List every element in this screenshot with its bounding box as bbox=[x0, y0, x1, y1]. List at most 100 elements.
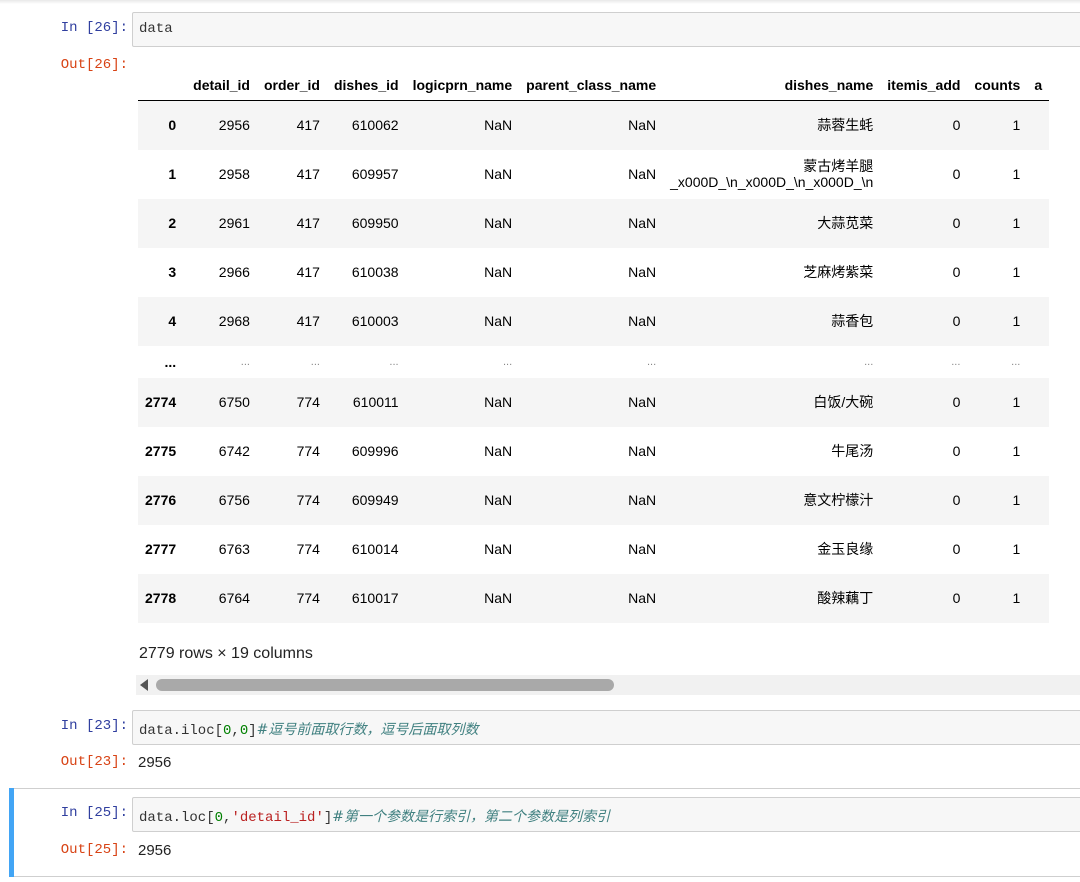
scroll-left-arrow-icon[interactable] bbox=[140, 679, 148, 691]
table-cell: 774 bbox=[296, 394, 320, 410]
cell-text-line: 意文柠檬汁 bbox=[803, 492, 874, 508]
table-cell: ... bbox=[389, 355, 399, 368]
horizontal-scrollbar[interactable] bbox=[136, 675, 1080, 695]
table-cell: NaN bbox=[484, 590, 513, 606]
table-cell: 610003 bbox=[351, 313, 399, 329]
code-text: ] bbox=[248, 723, 257, 739]
table-cell: NaN bbox=[484, 264, 513, 280]
table-cell bbox=[1027, 248, 1049, 297]
table-cell bbox=[1027, 150, 1049, 199]
table-cell bbox=[1027, 378, 1049, 427]
table-cell: 1 bbox=[1012, 166, 1021, 182]
output-value: 2956 bbox=[138, 842, 172, 859]
input-prompt: In [26]: bbox=[60, 20, 128, 36]
table-cell: 蒜香包 bbox=[663, 297, 880, 346]
table-cell: 2956 bbox=[218, 117, 250, 134]
cell-text-line: 蒜蓉生蚝 bbox=[817, 117, 874, 134]
cell-text-line: 蒜香包 bbox=[831, 313, 874, 329]
table-row: 2777 6763 774 610014 NaN NaN 金玉良缘 0 1 bbox=[138, 525, 1049, 574]
table-cell: NaN bbox=[628, 215, 657, 231]
table-cell: NaN bbox=[484, 313, 513, 329]
cell-text-line: 牛尾汤 bbox=[831, 443, 874, 459]
table-row: 1 2958 417 609957 NaN NaN 蒙古烤羊腿 _x000D_\n_x000D… bbox=[138, 150, 1049, 199]
row-index: 2776 bbox=[145, 492, 177, 508]
row-index: 2778 bbox=[145, 590, 177, 606]
code-input[interactable]: data bbox=[132, 12, 1080, 47]
table-row: 2775 6742 774 609996 NaN NaN 牛尾汤 0 1 bbox=[138, 427, 1049, 476]
table-body: 0 2956 417 610062 NaN NaN 蒜蓉生蚝 0 1 1 2958 417 609957… bbox=[138, 100, 1050, 623]
code-input[interactable]: data.loc[0,'detail_id']#第一个参数是行索引，第二个参数是… bbox=[132, 797, 1080, 832]
table-cell: 蒜蓉生蚝 bbox=[663, 101, 880, 150]
code-text: ] bbox=[323, 810, 333, 826]
table-cell: 6742 bbox=[218, 443, 250, 459]
cell-text-line: 蒙古烤羊腿 bbox=[803, 158, 874, 174]
row-index: 0 bbox=[168, 117, 177, 134]
table-cell: 774 bbox=[296, 541, 320, 557]
table-cell: 大蒜苋菜 bbox=[663, 199, 880, 248]
table-cell bbox=[1027, 101, 1049, 150]
table-cell: 6750 bbox=[218, 394, 250, 410]
cell-text-line: 金玉良缘 bbox=[817, 541, 874, 557]
cell-text-line: 白饭/大碗 bbox=[813, 394, 874, 410]
input-prompt: In [25]: bbox=[60, 805, 128, 821]
table-cell bbox=[1027, 346, 1049, 378]
table-cell: 白饭/大碗 bbox=[663, 378, 880, 427]
table-cell bbox=[1027, 525, 1049, 574]
table-cell: 1 bbox=[1012, 215, 1021, 231]
table-cell: 蒙古烤羊腿 _x000D_\n_x000D_\n_x000D_\n bbox=[663, 150, 880, 199]
table-cell: 1 bbox=[1012, 492, 1021, 508]
index-header bbox=[138, 70, 187, 101]
table-cell: 417 bbox=[296, 264, 320, 280]
code-input[interactable]: data.iloc[0,0]#逗号前面取行数，逗号后面取列数 bbox=[132, 710, 1080, 745]
code-number: 0 bbox=[239, 723, 249, 739]
output-prompt: Out[23]: bbox=[60, 754, 128, 770]
table-cell: 1 bbox=[1012, 313, 1021, 329]
table-cell: NaN bbox=[628, 541, 657, 557]
table-cell: 1 bbox=[1012, 394, 1021, 410]
table-cell: 1 bbox=[1012, 264, 1021, 280]
table-cell: NaN bbox=[628, 166, 657, 182]
table-cell: NaN bbox=[484, 492, 513, 508]
code-comment: #逗号前面取行数，逗号后面取列数 bbox=[256, 722, 479, 738]
table-cell: 417 bbox=[296, 166, 320, 182]
table-cell: 774 bbox=[296, 590, 320, 606]
table-cell: 609996 bbox=[351, 443, 399, 459]
column-header: dishes_id bbox=[326, 70, 406, 101]
toolbar-shadow bbox=[0, 0, 1080, 4]
dataframe-shape: 2779 rows × 19 columns bbox=[139, 645, 313, 662]
code-comment: #第一个参数是行索引，第二个参数是列索引 bbox=[332, 809, 610, 825]
column-header: a bbox=[1027, 70, 1050, 101]
row-index: ... bbox=[164, 353, 177, 370]
table-cell: NaN bbox=[484, 117, 513, 134]
row-index: 2 bbox=[168, 215, 177, 231]
column-header: itemis_add bbox=[880, 70, 968, 101]
column-header: detail_id bbox=[186, 70, 257, 101]
input-prompt: In [23]: bbox=[60, 718, 128, 734]
table-cell: 610038 bbox=[351, 264, 399, 280]
table-cell: 意文柠檬汁 bbox=[663, 476, 880, 525]
table-cell: 417 bbox=[296, 313, 320, 329]
dataframe-table: detail_id order_id dishes_id logicprn_name p… bbox=[138, 70, 1050, 623]
table-row: 0 2956 417 610062 NaN NaN 蒜蓉生蚝 0 1 bbox=[138, 100, 1050, 150]
row-index: 4 bbox=[168, 313, 177, 329]
table-row: 2776 6756 774 609949 NaN NaN 意文柠檬汁 0 1 bbox=[138, 475, 1050, 525]
table-cell: 417 bbox=[296, 215, 320, 231]
table-cell: 芝麻烤紫菜 bbox=[663, 248, 880, 297]
row-index: 2774 bbox=[145, 394, 177, 410]
table-cell: 6764 bbox=[218, 590, 250, 606]
table-cell: 0 bbox=[952, 264, 961, 280]
table-cell: 2958 bbox=[218, 166, 250, 182]
table-cell: 609949 bbox=[351, 492, 399, 508]
table-cell: 774 bbox=[296, 443, 320, 459]
table-cell: NaN bbox=[484, 394, 513, 410]
table-cell: NaN bbox=[628, 117, 657, 134]
table-cell: 6763 bbox=[218, 541, 250, 557]
code-number: 0 bbox=[214, 810, 224, 826]
cell-text-line: 芝麻烤紫菜 bbox=[803, 264, 874, 280]
table-cell: 1 bbox=[1012, 443, 1021, 459]
cell-text-line: ... bbox=[864, 355, 874, 368]
table-cell: 0 bbox=[952, 541, 961, 557]
table-cell: 610062 bbox=[351, 117, 399, 134]
table-cell: 2966 bbox=[218, 264, 250, 280]
scrollbar-thumb[interactable] bbox=[156, 679, 614, 691]
